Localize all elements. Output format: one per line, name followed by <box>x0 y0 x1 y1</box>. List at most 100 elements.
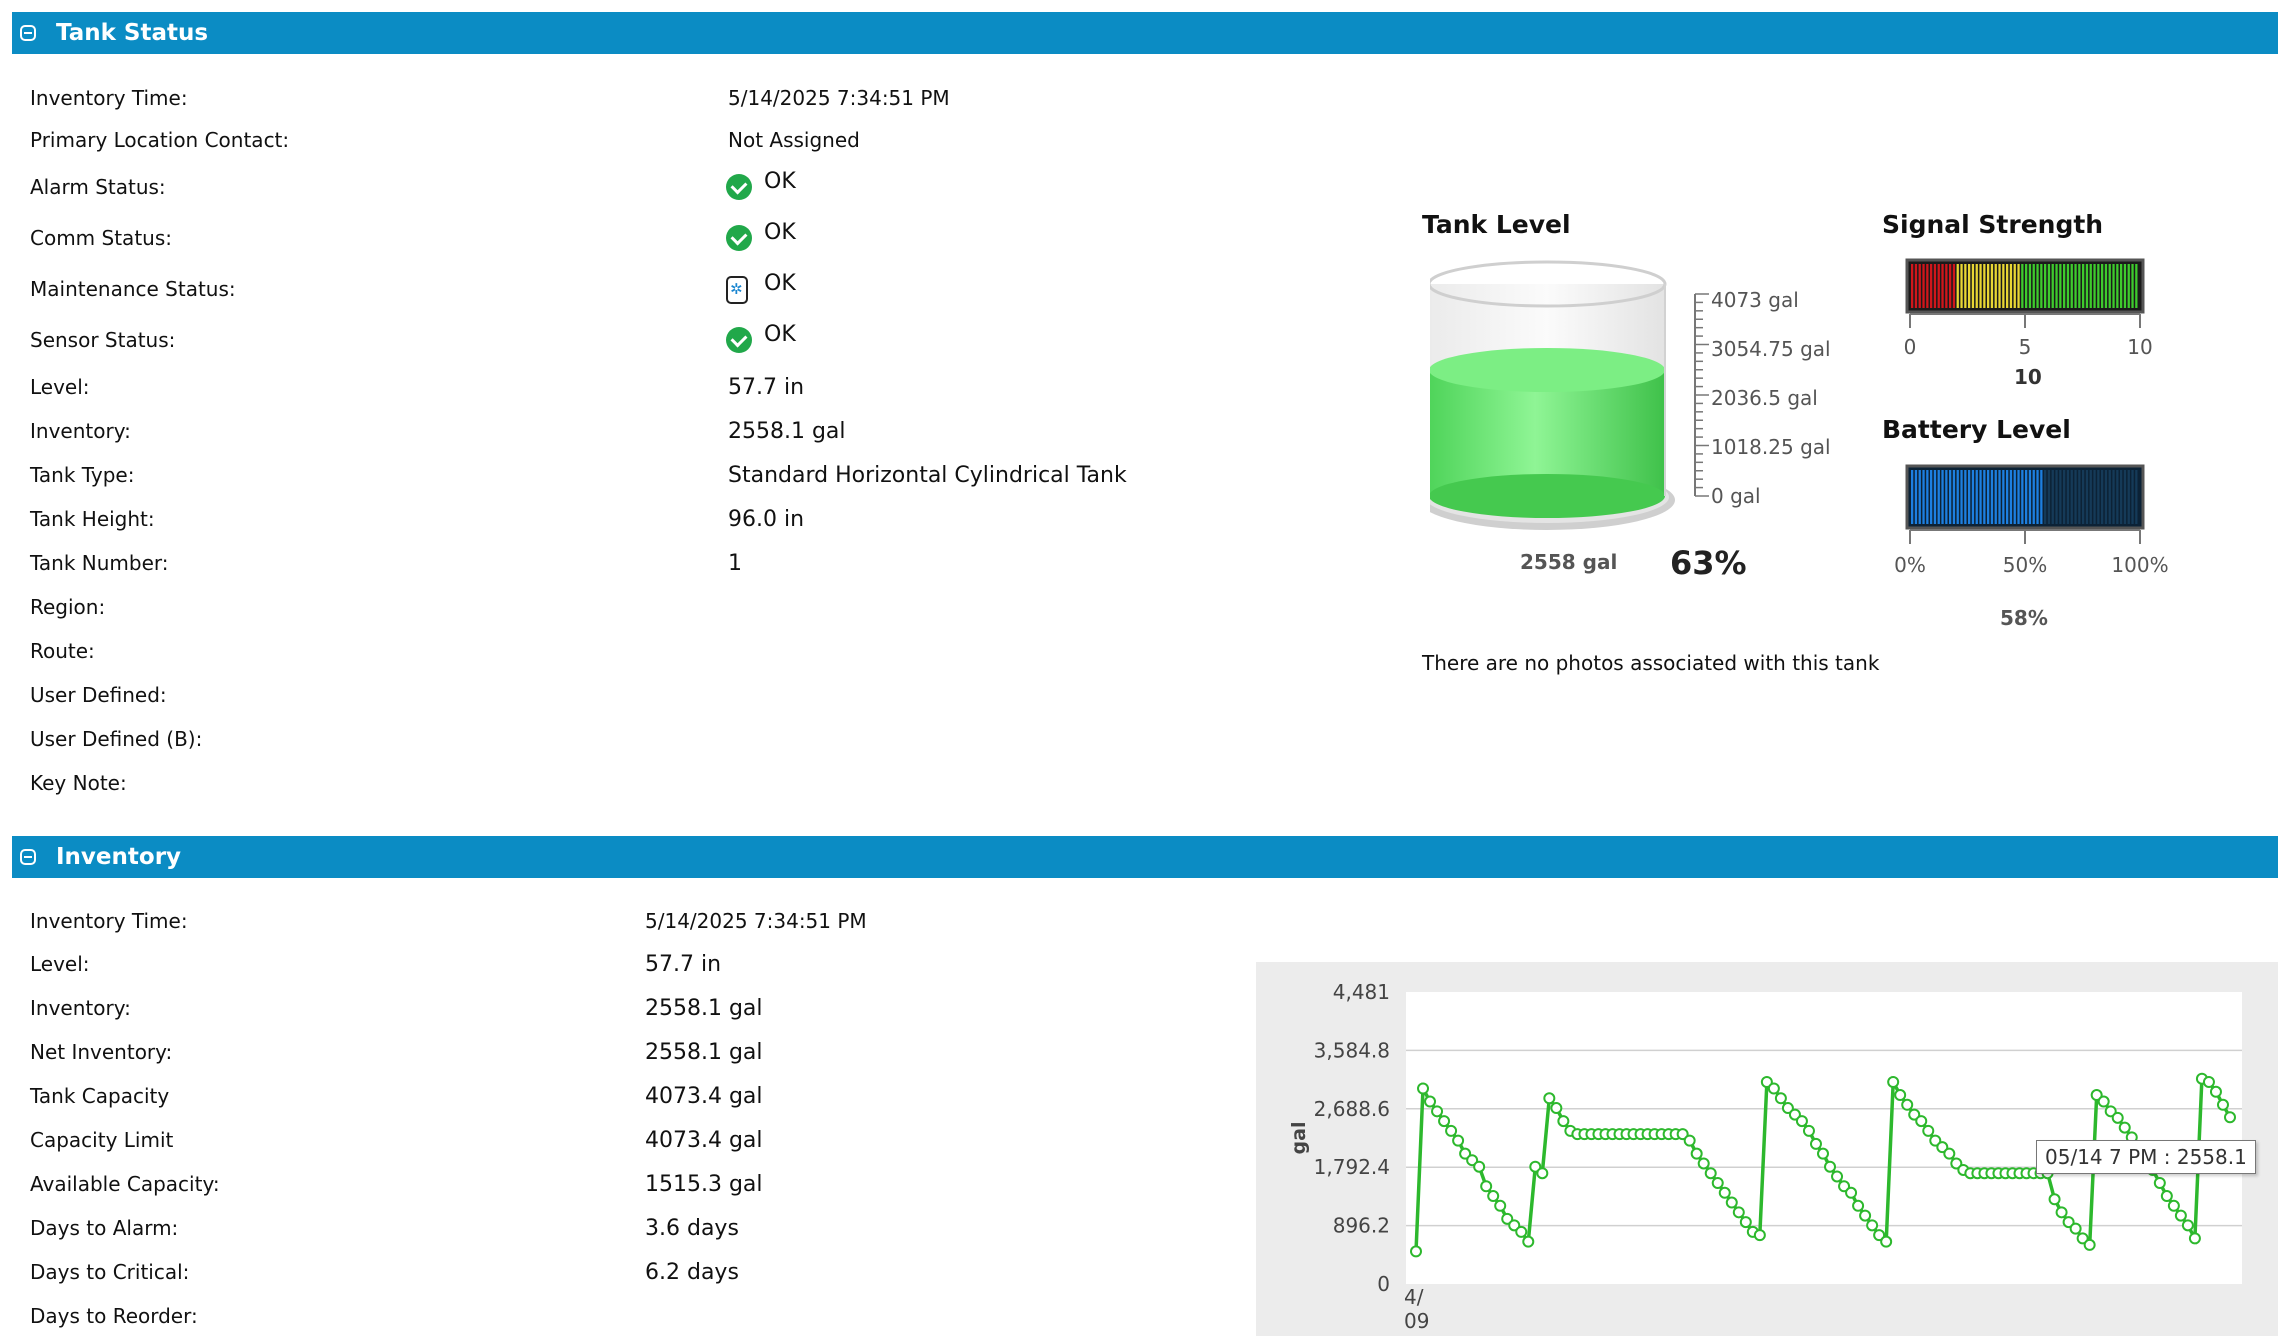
battery-bar <box>2089 470 2092 524</box>
status-inventory-label: Inventory: <box>30 419 131 443</box>
battery-bar <box>2040 470 2043 524</box>
tank-level-gauge: 4073 gal 3054.75 gal 2036.5 gal 1018.25 gal… <box>1430 260 1831 530</box>
inventory-tank-capacity-label: Tank Capacity <box>30 1084 170 1108</box>
data-point <box>1817 1147 1829 1160</box>
battery-bar <box>2051 470 2054 524</box>
status-region-label: Region: <box>30 595 106 619</box>
battery-bar <box>2135 470 2138 524</box>
battery-bar <box>1998 470 2001 524</box>
data-point <box>1753 1229 1766 1242</box>
battery-bar <box>1952 470 1956 524</box>
check-circle-icon <box>726 225 752 251</box>
signal-bar <box>2089 264 2092 308</box>
status-route-label: Route: <box>30 639 95 663</box>
status-inventory-time-label: Inventory Time: <box>30 86 188 110</box>
data-point <box>1431 1105 1444 1118</box>
x-tick-label: 4/ <box>1404 1285 1424 1309</box>
inventory-header[interactable]: Inventory <box>12 836 2278 878</box>
status-level-label: Level: <box>30 375 90 399</box>
signal-bar <box>2063 264 2066 308</box>
battery-bar <box>2116 470 2119 524</box>
signal-bar <box>2066 264 2070 308</box>
data-point <box>1417 1082 1430 1095</box>
data-point <box>1831 1170 1844 1183</box>
battery-bar <box>1994 470 1997 524</box>
battery-bar <box>2044 470 2047 524</box>
data-point <box>1697 1157 1710 1170</box>
battery-bar <box>1983 470 1986 524</box>
battery-tick-label: 100% <box>2111 553 2168 577</box>
battery-bar <box>1987 470 1990 524</box>
signal-bar <box>1922 264 1925 308</box>
data-point <box>1711 1176 1724 1189</box>
battery-bar <box>1914 470 1918 524</box>
signal-bar <box>1933 264 1937 308</box>
data-point <box>1690 1147 1703 1160</box>
status-tank-height-label: Tank Height: <box>30 507 155 531</box>
data-point <box>1795 1115 1808 1128</box>
data-point <box>1901 1098 1914 1111</box>
tank-status-title: Tank Status <box>56 20 209 46</box>
battery-bar <box>2032 470 2035 524</box>
data-point <box>2216 1098 2229 1111</box>
signal-bar <box>1960 264 1963 308</box>
signal-bar <box>1918 264 1921 308</box>
battery-level-meter: 0% 50% 100% <box>1894 464 2169 577</box>
data-point <box>1802 1124 1815 1137</box>
status-comm-status-label: Comm Status: <box>30 226 172 250</box>
battery-bar <box>2059 470 2062 524</box>
battery-bar <box>1922 470 1925 524</box>
inventory-net-inventory-label: Net Inventory: <box>30 1040 173 1064</box>
data-point <box>1880 1235 1893 1248</box>
battery-tick-label: 50% <box>2003 553 2047 577</box>
data-point <box>1943 1147 1956 1160</box>
tank-status-header[interactable]: Tank Status <box>12 12 2278 54</box>
battery-bar <box>2085 470 2089 524</box>
signal-bar <box>2120 264 2123 308</box>
data-point <box>2181 1219 2194 1232</box>
inventory-level-label: Level: <box>30 952 90 976</box>
collapse-icon[interactable] <box>20 25 36 41</box>
battery-bar <box>1968 470 1971 524</box>
signal-bar <box>2116 264 2119 308</box>
inventory-available-capacity-label: Available Capacity: <box>30 1172 220 1196</box>
battery-bar <box>2093 470 2096 524</box>
data-point <box>1922 1124 1935 1137</box>
data-point <box>2069 1222 2082 1235</box>
tank-scale-label: 3054.75 gal <box>1711 337 1831 361</box>
battery-bar <box>2070 470 2073 524</box>
data-point <box>1774 1092 1787 1105</box>
battery-bar <box>1975 470 1978 524</box>
signal-bar <box>2028 264 2032 308</box>
data-point <box>1732 1206 1745 1219</box>
battery-bar <box>2006 470 2009 524</box>
signal-bar <box>1998 264 2001 308</box>
collapse-icon[interactable] <box>20 849 36 865</box>
y-axis-label: gal <box>1288 1122 1310 1155</box>
status-user-defined-b-label: User Defined (B): <box>30 727 203 751</box>
battery-level-title: Battery Level <box>1882 415 2071 444</box>
battery-bar <box>2131 470 2134 524</box>
data-point <box>1887 1075 1900 1088</box>
chart-tooltip: 05/14 7 PM : 2558.1 <box>2036 1140 2256 1174</box>
inventory-days-to-reorder-label: Days to Reorder: <box>30 1304 198 1328</box>
battery-bar <box>2123 470 2127 524</box>
tank-liquid-surface <box>1430 348 1665 392</box>
signal-bar <box>2108 264 2111 308</box>
inventory-inventory-value: 2558.1 gal <box>645 996 763 1021</box>
y-tick-label: 1,792.4 <box>1314 1155 1390 1179</box>
signal-bar <box>2078 264 2081 308</box>
signal-tick-label: 0 <box>1904 335 1917 359</box>
y-tick-label: 896.2 <box>1333 1214 1390 1238</box>
signal-bar <box>2131 264 2134 308</box>
data-point <box>1718 1186 1731 1199</box>
status-key-note-label: Key Note: <box>30 771 127 795</box>
signal-bar <box>1971 264 1975 308</box>
data-point <box>1424 1095 1437 1108</box>
battery-bar <box>2097 470 2100 524</box>
data-point <box>2167 1199 2180 1212</box>
signal-strength-title: Signal Strength <box>1882 210 2104 239</box>
signal-bar <box>1968 264 1971 308</box>
status-tank-number-value: 1 <box>728 551 742 576</box>
data-point <box>1557 1115 1570 1128</box>
